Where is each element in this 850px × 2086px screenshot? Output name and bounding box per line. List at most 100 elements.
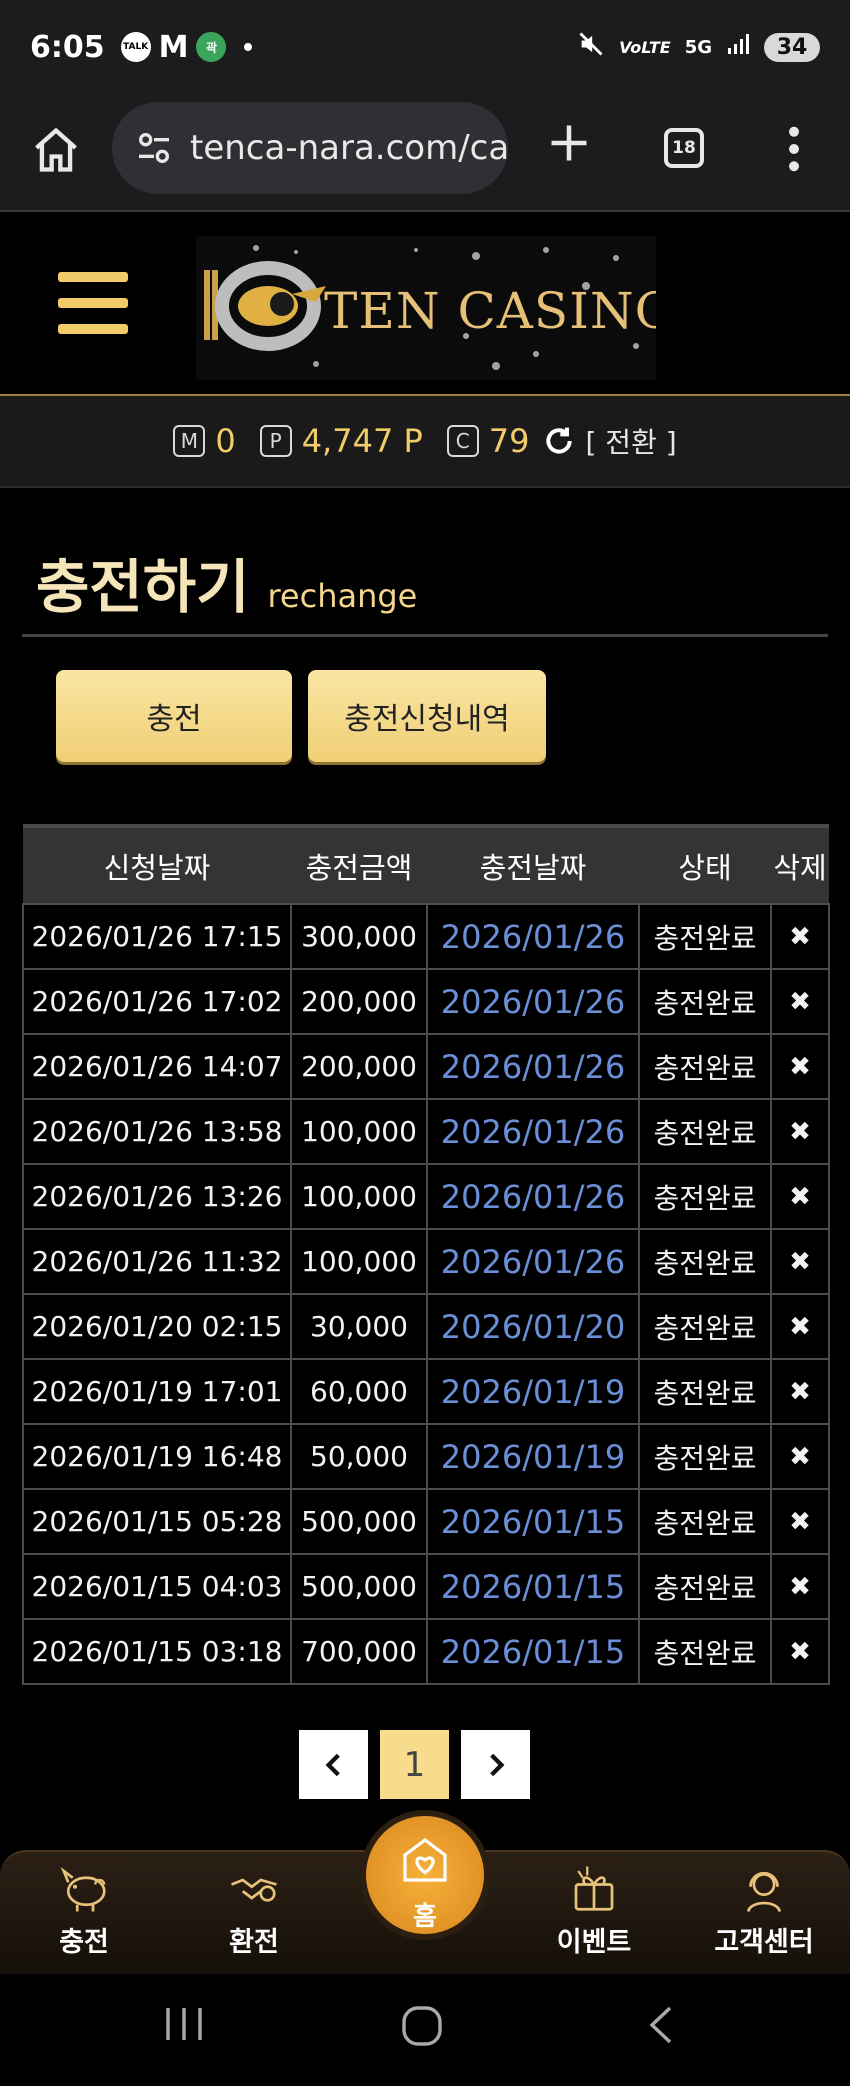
- request-date-cell: 2026/01/15 05:28: [22, 1488, 292, 1555]
- status-cell: 충전완료: [638, 1618, 772, 1685]
- table-header-row: 신청날짜 충전금액 충전날짜 상태 삭제: [23, 824, 829, 904]
- logo-text: TEN CASINO: [324, 282, 656, 340]
- gmail-icon: M: [158, 29, 189, 65]
- nav-home-label: 홈: [413, 1902, 437, 1932]
- charge-date-link[interactable]: 2026/01/15: [426, 1488, 640, 1555]
- page-number[interactable]: 1: [380, 1730, 449, 1799]
- delete-button[interactable]: ✖: [770, 1163, 830, 1230]
- charge-date-link[interactable]: 2026/01/26: [426, 1098, 640, 1165]
- table-row: 2026/01/19 17:01 60,000 2026/01/19 충전완료 ✖: [22, 1358, 830, 1425]
- money-value: 0: [215, 422, 236, 460]
- recharge-button[interactable]: 충전: [56, 670, 292, 762]
- title-divider: [22, 634, 828, 637]
- amount-cell: 100,000: [290, 1098, 428, 1165]
- nav-event[interactable]: 이벤트: [534, 1852, 654, 1976]
- nav-exchange[interactable]: 환전: [194, 1852, 314, 1976]
- nav-event-label: 이벤트: [556, 1927, 632, 1958]
- browser-home-icon[interactable]: [30, 124, 82, 176]
- charge-date-link[interactable]: 2026/01/19: [426, 1423, 640, 1490]
- delete-button[interactable]: ✖: [770, 1553, 830, 1620]
- request-date-cell: 2026/01/15 03:18: [22, 1618, 292, 1685]
- status-cell: 충전완료: [638, 1033, 772, 1100]
- status-cell: 충전완료: [638, 1293, 772, 1360]
- status-time: 6:05: [30, 29, 105, 65]
- amount-cell: 60,000: [290, 1358, 428, 1425]
- charge-date-link[interactable]: 2026/01/15: [426, 1553, 640, 1620]
- request-date-cell: 2026/01/20 02:15: [22, 1293, 292, 1360]
- nav-support[interactable]: 고객센터: [704, 1852, 824, 1976]
- charge-date-link[interactable]: 2026/01/26: [426, 903, 640, 970]
- recharge-history-button[interactable]: 충전신청내역: [308, 670, 546, 762]
- point-value: 4,747 P: [301, 422, 423, 460]
- site-header: TEN CASINO: [0, 212, 850, 396]
- delete-button[interactable]: ✖: [770, 1618, 830, 1685]
- amount-cell: 30,000: [290, 1293, 428, 1360]
- charge-date-link[interactable]: 2026/01/26: [426, 1033, 640, 1100]
- recent-apps-icon[interactable]: [162, 2004, 206, 2044]
- delete-button[interactable]: ✖: [770, 1423, 830, 1490]
- table-row: 2026/01/26 14:07 200,000 2026/01/26 충전완료 ✖: [22, 1033, 830, 1100]
- back-icon[interactable]: [644, 2004, 676, 2046]
- new-tab-icon[interactable]: [548, 122, 590, 164]
- delete-button[interactable]: ✖: [770, 968, 830, 1035]
- delete-button[interactable]: ✖: [770, 1488, 830, 1555]
- points-bar: M 0 P 4,747 P C 79 [ 전환 ]: [0, 396, 850, 488]
- charge-date-link[interactable]: 2026/01/15: [426, 1618, 640, 1685]
- request-date-cell: 2026/01/26 11:32: [22, 1228, 292, 1295]
- address-bar[interactable]: tenca-nara.com/ca: [112, 102, 508, 194]
- network-5g-icon: 5G: [684, 36, 712, 58]
- more-notifications-dot: [244, 43, 253, 51]
- status-cell: 충전완료: [638, 968, 772, 1035]
- piggy-bank-icon: [60, 1867, 106, 1912]
- nav-home[interactable]: 홈: [360, 1810, 490, 1940]
- more-options-icon[interactable]: [786, 126, 802, 172]
- system-icons: VoLTE 5G 34: [577, 30, 820, 64]
- request-date-cell: 2026/01/26 17:02: [22, 968, 292, 1035]
- system-home-icon[interactable]: [400, 2004, 444, 2048]
- page-title-english: rechange: [267, 577, 418, 615]
- delete-button[interactable]: ✖: [770, 1358, 830, 1425]
- comp-value: 79: [488, 422, 530, 460]
- header-charge-date: 충전날짜: [427, 824, 639, 904]
- amount-cell: 200,000: [290, 1033, 428, 1100]
- charge-date-link[interactable]: 2026/01/26: [426, 1228, 640, 1295]
- table-row: 2026/01/15 03:18 700,000 2026/01/15 충전완료 ✖: [22, 1618, 830, 1685]
- header-delete: 삭제: [771, 824, 829, 904]
- convert-button[interactable]: [ 전환 ]: [585, 421, 676, 461]
- amount-cell: 500,000: [290, 1553, 428, 1620]
- site-settings-icon[interactable]: [134, 128, 174, 168]
- charge-date-link[interactable]: 2026/01/19: [426, 1358, 640, 1425]
- pagination: 1: [299, 1730, 530, 1799]
- amount-cell: 500,000: [290, 1488, 428, 1555]
- delete-button[interactable]: ✖: [770, 1293, 830, 1360]
- next-page-button[interactable]: [461, 1730, 530, 1799]
- site-logo[interactable]: TEN CASINO: [196, 236, 656, 380]
- table-row: 2026/01/15 05:28 500,000 2026/01/15 충전완료 ✖: [22, 1488, 830, 1555]
- charge-date-link[interactable]: 2026/01/26: [426, 968, 640, 1035]
- tab-switcher-button[interactable]: 18: [664, 128, 704, 168]
- delete-button[interactable]: ✖: [770, 1098, 830, 1165]
- battery-indicator: 34: [764, 32, 820, 62]
- table-row: 2026/01/26 11:32 100,000 2026/01/26 충전완료 ✖: [22, 1228, 830, 1295]
- status-cell: 충전완료: [638, 1098, 772, 1165]
- page-title: 충전하기 rechange: [36, 540, 417, 624]
- gift-icon: [574, 1866, 614, 1911]
- status-cell: 충전완료: [638, 1358, 772, 1425]
- amount-cell: 50,000: [290, 1423, 428, 1490]
- amount-cell: 200,000: [290, 968, 428, 1035]
- header-amount: 충전금액: [291, 824, 427, 904]
- delete-button[interactable]: ✖: [770, 1228, 830, 1295]
- header-status: 상태: [639, 824, 771, 904]
- charge-date-link[interactable]: 2026/01/20: [426, 1293, 640, 1360]
- nav-recharge[interactable]: 충전: [24, 1852, 144, 1976]
- charge-date-link[interactable]: 2026/01/26: [426, 1163, 640, 1230]
- money-icon: M: [173, 425, 206, 457]
- amount-cell: 100,000: [290, 1228, 428, 1295]
- system-navigation-bar: [0, 1974, 850, 2086]
- prev-page-button[interactable]: [299, 1730, 368, 1799]
- delete-button[interactable]: ✖: [770, 903, 830, 970]
- delete-button[interactable]: ✖: [770, 1033, 830, 1100]
- table-row: 2026/01/15 04:03 500,000 2026/01/15 충전완료 ✖: [22, 1553, 830, 1620]
- refresh-icon[interactable]: [543, 425, 575, 457]
- hamburger-menu-icon[interactable]: [58, 272, 128, 334]
